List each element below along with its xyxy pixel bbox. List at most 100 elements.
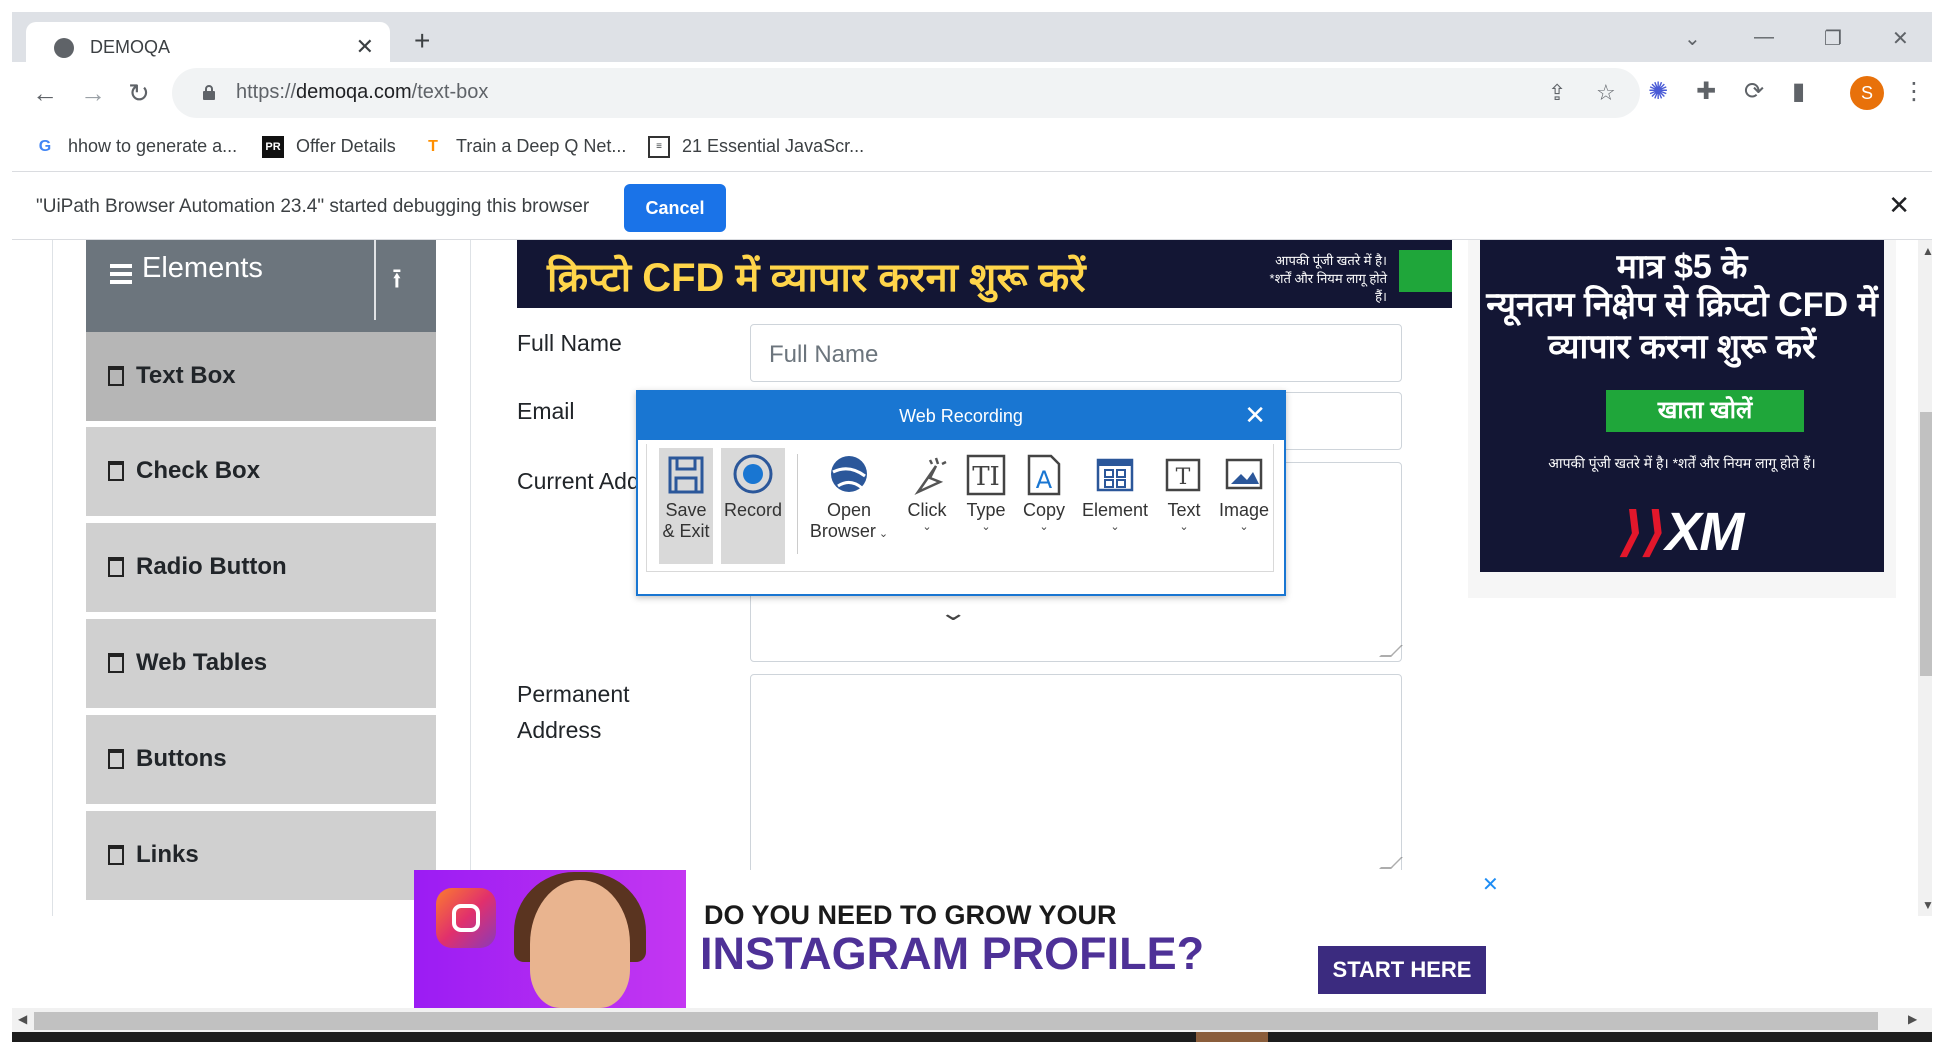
divider — [374, 240, 376, 320]
scroll-down-icon[interactable]: ▼ — [1922, 898, 1932, 912]
address-bar[interactable]: https://demoqa.com/text-box ⇪ ☆ — [172, 68, 1640, 118]
svg-text:TI: TI — [972, 462, 1000, 492]
html5-icon — [108, 461, 124, 481]
sidebar-item-web-tables[interactable]: Web Tables — [86, 619, 436, 711]
tensorflow-icon: T — [428, 138, 438, 156]
extension-uipath-icon[interactable]: ✺ — [1648, 80, 1668, 104]
restore-button[interactable]: ❐ — [1824, 26, 1842, 51]
sidebar-item-text-box[interactable]: Text Box — [86, 332, 436, 424]
type-icon: TI — [966, 454, 1006, 496]
type-button[interactable]: TI Type ⌄ — [959, 448, 1013, 564]
toolbar-separator — [797, 454, 798, 554]
cancel-button[interactable]: Cancel — [624, 184, 726, 232]
close-window-button[interactable]: ✕ — [1892, 26, 1909, 51]
click-icon — [914, 457, 947, 496]
bookmark-item[interactable]: ≡ 21 Essential JavaScr... — [648, 136, 864, 159]
html5-icon — [108, 557, 124, 577]
start-here-button[interactable]: START HERE — [1318, 946, 1486, 994]
profile-avatar[interactable]: S — [1850, 76, 1884, 110]
back-button[interactable]: ← — [32, 80, 58, 106]
scrollbar-thumb[interactable] — [34, 1012, 1878, 1030]
performance-icon[interactable]: ⟳ — [1744, 80, 1764, 104]
scrollbar-thumb[interactable] — [1920, 412, 1932, 676]
sidebar-item-links[interactable]: Links — [86, 811, 436, 903]
copy-button[interactable]: A Copy ⌄ — [1017, 448, 1071, 564]
divider — [470, 240, 471, 916]
dialog-titlebar[interactable]: Web Recording ✕ — [638, 392, 1284, 440]
open-account-button[interactable]: खाता खोलें — [1606, 390, 1804, 432]
reload-button[interactable]: ↻ — [128, 80, 150, 106]
bookmark-star-icon[interactable]: ☆ — [1596, 80, 1616, 106]
resize-handle-icon[interactable] — [1379, 857, 1403, 869]
side-panel-icon[interactable]: ▮ — [1792, 80, 1805, 104]
copy-icon: A — [1027, 454, 1061, 496]
chevron-down-icon[interactable]: ⌄ — [938, 600, 968, 626]
sidebar-item-radio-button[interactable]: Radio Button — [86, 523, 436, 615]
collapse-arrow-icon[interactable]: ⭱ — [392, 258, 402, 306]
close-infobar-icon[interactable]: ✕ — [1888, 190, 1910, 221]
minimize-button[interactable]: — — [1754, 26, 1774, 49]
sidebar-item-label: Web Tables — [136, 649, 268, 676]
close-ad-icon[interactable]: ✕ — [1482, 872, 1499, 897]
ad-risk-text: आपकी पूंजी खतरे में है। *शर्तें और नियम … — [1548, 455, 1816, 471]
new-tab-button[interactable]: + — [414, 27, 430, 55]
vertical-scrollbar[interactable]: ▲ ▼ — [1918, 240, 1932, 916]
debugging-infobar: "UiPath Browser Automation 23.4" started… — [12, 172, 1932, 240]
element-button[interactable]: Element ⌄ — [1077, 448, 1153, 564]
text-button[interactable]: T Text ⌄ — [1157, 448, 1211, 564]
sidebar-item-buttons[interactable]: Buttons — [86, 715, 436, 807]
click-button[interactable]: Click ⌄ — [899, 448, 955, 564]
open-browser-button[interactable]: Open Browser ⌄ — [807, 448, 891, 564]
top-banner-ad[interactable]: क्रिप्टो CFD में व्यापार करना शुरू करें … — [517, 240, 1452, 308]
ad-photo — [414, 870, 686, 1008]
taskbar — [12, 1032, 1932, 1042]
dialog-title: Web Recording — [899, 406, 1023, 426]
scroll-up-icon[interactable]: ▲ — [1922, 244, 1932, 258]
save-exit-button[interactable]: Save & Exit — [659, 448, 713, 564]
extensions-puzzle-icon[interactable]: ✚ — [1696, 80, 1716, 104]
group-title: Elements — [142, 252, 263, 284]
pr-icon: PR — [262, 136, 284, 159]
taskbar-item[interactable] — [1196, 1032, 1268, 1042]
scroll-left-icon[interactable]: ◀ — [18, 1012, 27, 1026]
scroll-right-icon[interactable]: ▶ — [1908, 1012, 1917, 1026]
bookmarks-bar: Ghhow to generate a... PR Offer Details T… — [12, 124, 1932, 172]
text-icon: T — [1165, 458, 1201, 492]
horizontal-scrollbar[interactable]: ◀ ▶ — [12, 1008, 1932, 1032]
record-button[interactable]: Record — [721, 448, 785, 564]
full-name-input[interactable]: Full Name — [750, 324, 1402, 382]
xm-logo: ⟩⟩XM — [1620, 502, 1744, 562]
sidebar-item-label: Buttons — [136, 745, 227, 772]
svg-text:T: T — [1176, 465, 1191, 490]
bottom-banner-ad[interactable]: DO YOU NEED TO GROW YOUR INSTAGRAM PROFI… — [414, 870, 1508, 1008]
ad-headline: INSTAGRAM PROFILE? — [700, 928, 1205, 979]
bookmark-item[interactable]: Ghhow to generate a... — [34, 136, 237, 158]
close-tab-icon[interactable]: ✕ — [356, 34, 374, 60]
permanent-address-label: Permanent Address — [517, 681, 630, 743]
share-icon[interactable]: ⇪ — [1548, 80, 1566, 106]
html5-icon — [108, 653, 124, 673]
html5-icon — [108, 845, 124, 865]
forward-button[interactable]: → — [80, 80, 106, 106]
infobar-message: "UiPath Browser Automation 23.4" started… — [36, 196, 590, 217]
tab-title: DEMOQA — [90, 37, 171, 57]
sidebar-item-label: Check Box — [136, 457, 261, 484]
globe-icon — [54, 38, 74, 58]
ad-panel: मात्र $5 के न्यूनतम निक्षेप से क्रिप्टो … — [1480, 240, 1884, 572]
tab-search-icon[interactable]: ⌄ — [1684, 26, 1701, 51]
menu-kebab-icon[interactable]: ⋮ — [1902, 80, 1926, 104]
save-icon — [668, 456, 704, 494]
permanent-address-textarea[interactable] — [750, 674, 1403, 874]
sidebar-item-check-box[interactable]: Check Box — [86, 427, 436, 519]
elements-group-header[interactable]: Elements ⭱ — [86, 240, 436, 332]
resize-handle-icon[interactable] — [1379, 645, 1403, 657]
bookmark-item[interactable]: PR Offer Details — [262, 136, 396, 159]
image-button[interactable]: Image ⌄ — [1215, 448, 1273, 564]
record-icon — [733, 454, 773, 494]
url-text: https://demoqa.com/text-box — [236, 81, 489, 103]
sidebar-item-label: Text Box — [136, 362, 236, 389]
close-dialog-icon[interactable]: ✕ — [1244, 400, 1266, 431]
ad-cta[interactable] — [1399, 250, 1452, 292]
side-banner-ad[interactable]: मात्र $5 के न्यूनतम निक्षेप से क्रिप्टो … — [1468, 240, 1896, 598]
bookmark-item[interactable]: T Train a Deep Q Net... — [422, 136, 626, 158]
